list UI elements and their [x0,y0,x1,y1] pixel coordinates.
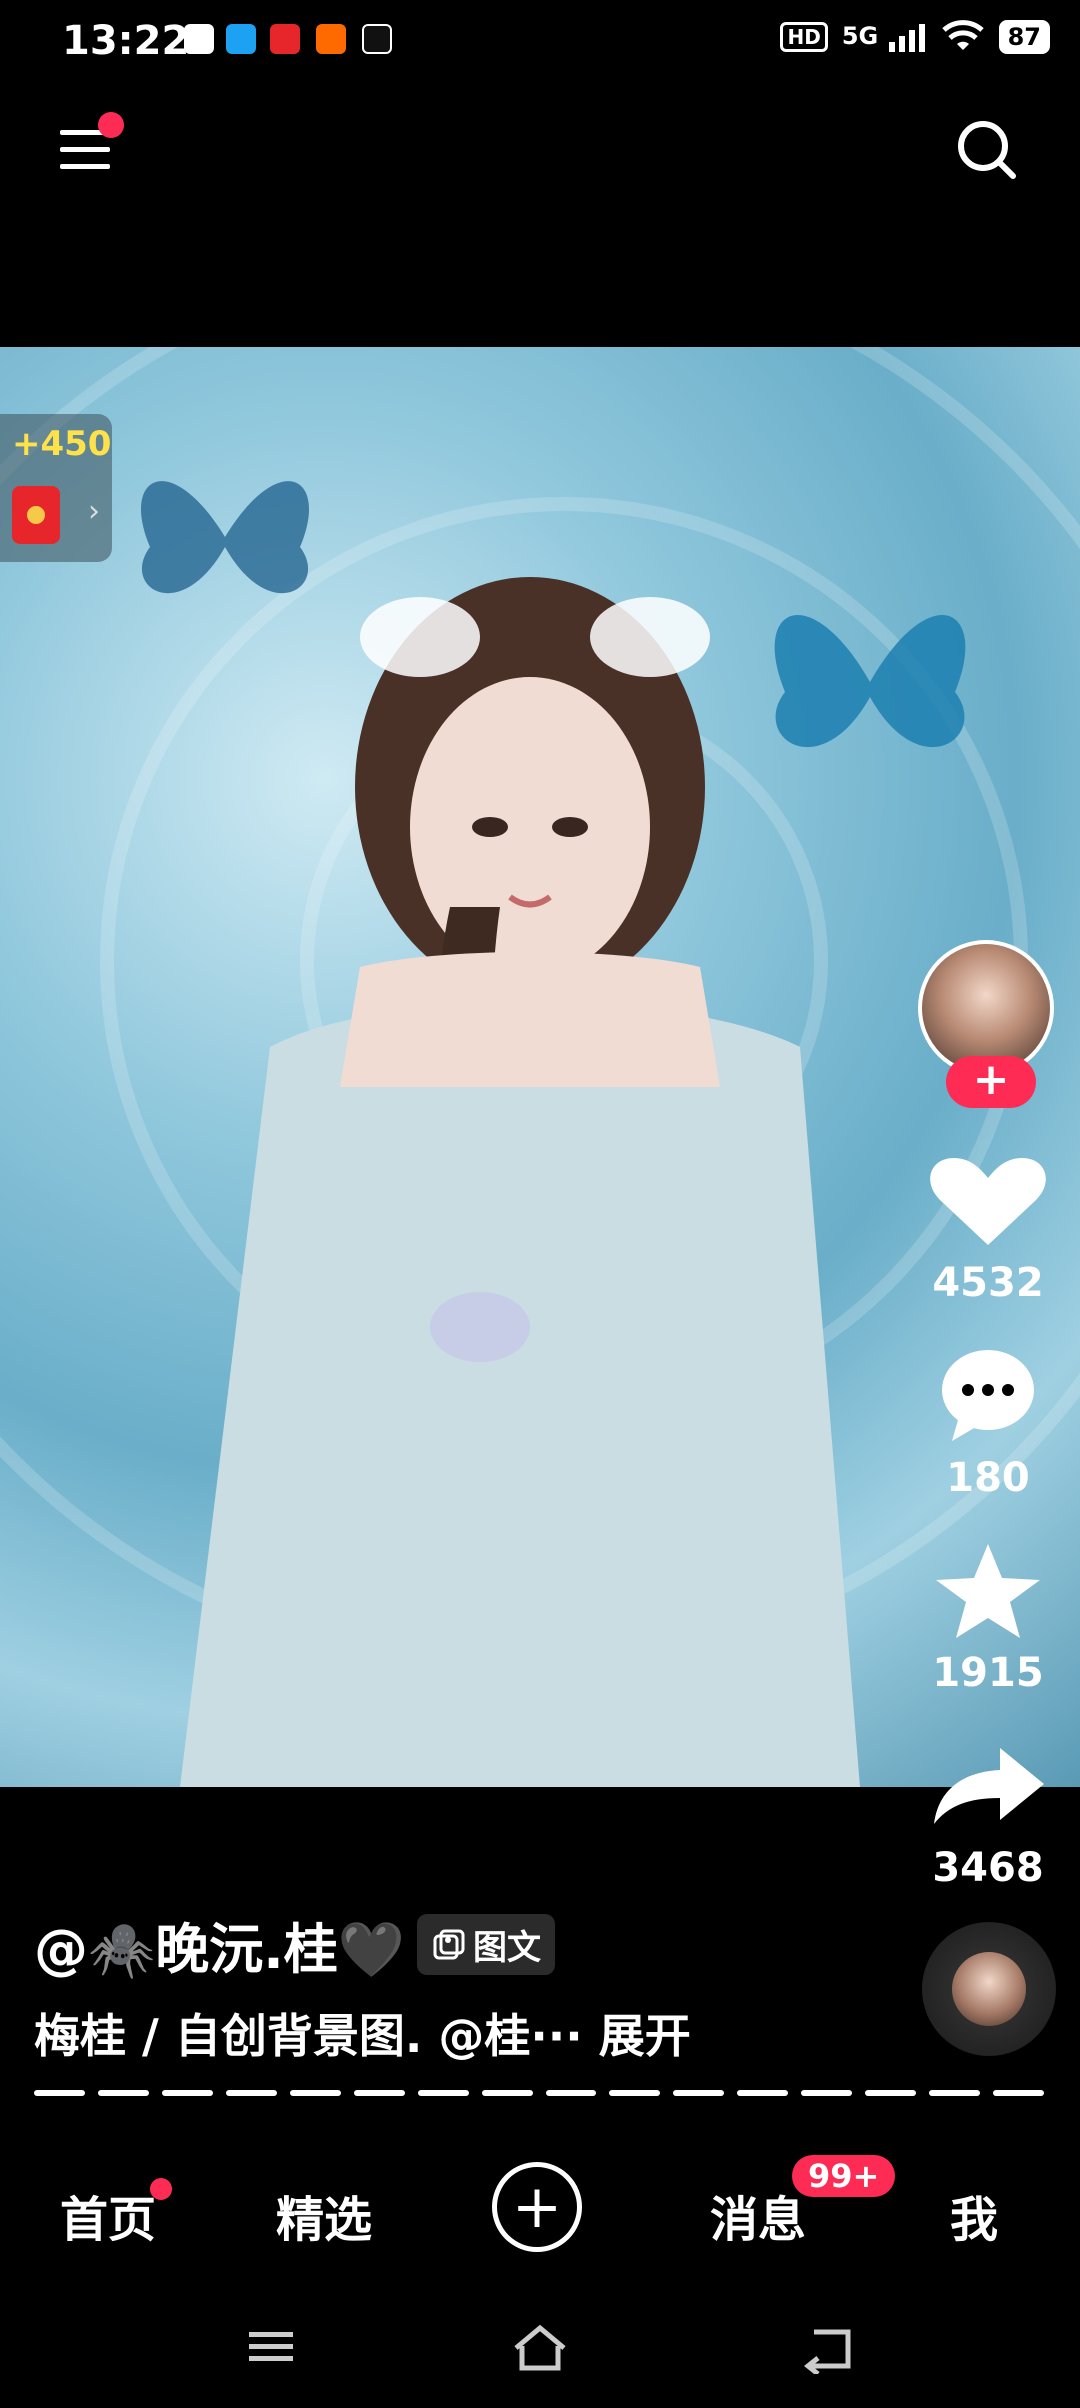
reward-amount: +450 [12,424,112,464]
network-type: 5G [841,22,879,50]
heart-icon[interactable] [918,1150,1058,1250]
notification-dot [98,112,124,138]
plus-icon: + [511,2172,563,2242]
comment-icon[interactable] [918,1345,1058,1445]
wechat-icon [184,24,214,54]
system-nav-bar [0,2300,1080,2408]
like-count: 4532 [932,1260,1044,1306]
nav-featured[interactable]: 精选 [276,2180,372,2250]
nav-me[interactable]: 我 [950,2180,998,2250]
battery-indicator: 87 [998,20,1050,54]
red-envelope-icon [12,486,60,544]
post-type-tag: 图文 [417,1914,555,1975]
system-back-icon[interactable] [800,2324,854,2374]
wifi-icon [941,20,984,50]
app-icon [226,24,256,54]
bottom-nav: 首页 精选 + 消息 99+ 我 [0,2140,1080,2280]
menu-button[interactable] [60,112,124,180]
messages-badge: 99+ [792,2155,896,2197]
search-icon[interactable] [955,118,1019,182]
post-type-label: 图文 [473,1928,541,1968]
reward-widget[interactable]: +450 › [0,414,112,562]
tiktok-icon [362,24,392,54]
image-text-icon [433,1929,465,1959]
nav-home[interactable]: 首页 [60,2178,172,2250]
system-home-icon[interactable] [510,2324,570,2374]
star-icon[interactable] [918,1540,1058,1640]
system-menu-icon[interactable] [246,2324,296,2370]
app-icon [316,24,346,54]
signal-icon: 5G [842,22,927,52]
post-description[interactable]: 梅桂 / 自创背景图. @桂··· 展开 [34,2000,691,2066]
follow-button[interactable]: + [946,1056,1036,1108]
comment-count: 180 [946,1455,1030,1501]
image-progress-indicator [34,2090,1044,2096]
status-right: HD 5G 87 [780,20,1050,54]
favorite-count: 1915 [932,1650,1044,1696]
share-icon[interactable] [918,1740,1058,1830]
person-figure [180,577,860,1787]
app-icon [270,24,300,54]
nav-messages[interactable]: 消息 [710,2180,806,2250]
chevron-right-icon: › [88,494,100,529]
create-post-button[interactable]: + [492,2162,582,2252]
status-time: 13:22 [62,18,190,64]
music-cover [952,1952,1026,2026]
share-count: 3468 [932,1845,1044,1891]
home-notification-dot [150,2178,172,2200]
nav-home-label: 首页 [60,2192,157,2248]
author-name[interactable]: @🕷️晚沅.桂🖤 [34,1905,405,1984]
author-name-row[interactable]: @🕷️晚沅.桂🖤 图文 [34,1905,555,1984]
hd-indicator: HD [780,22,828,52]
music-disc[interactable] [922,1922,1056,2056]
